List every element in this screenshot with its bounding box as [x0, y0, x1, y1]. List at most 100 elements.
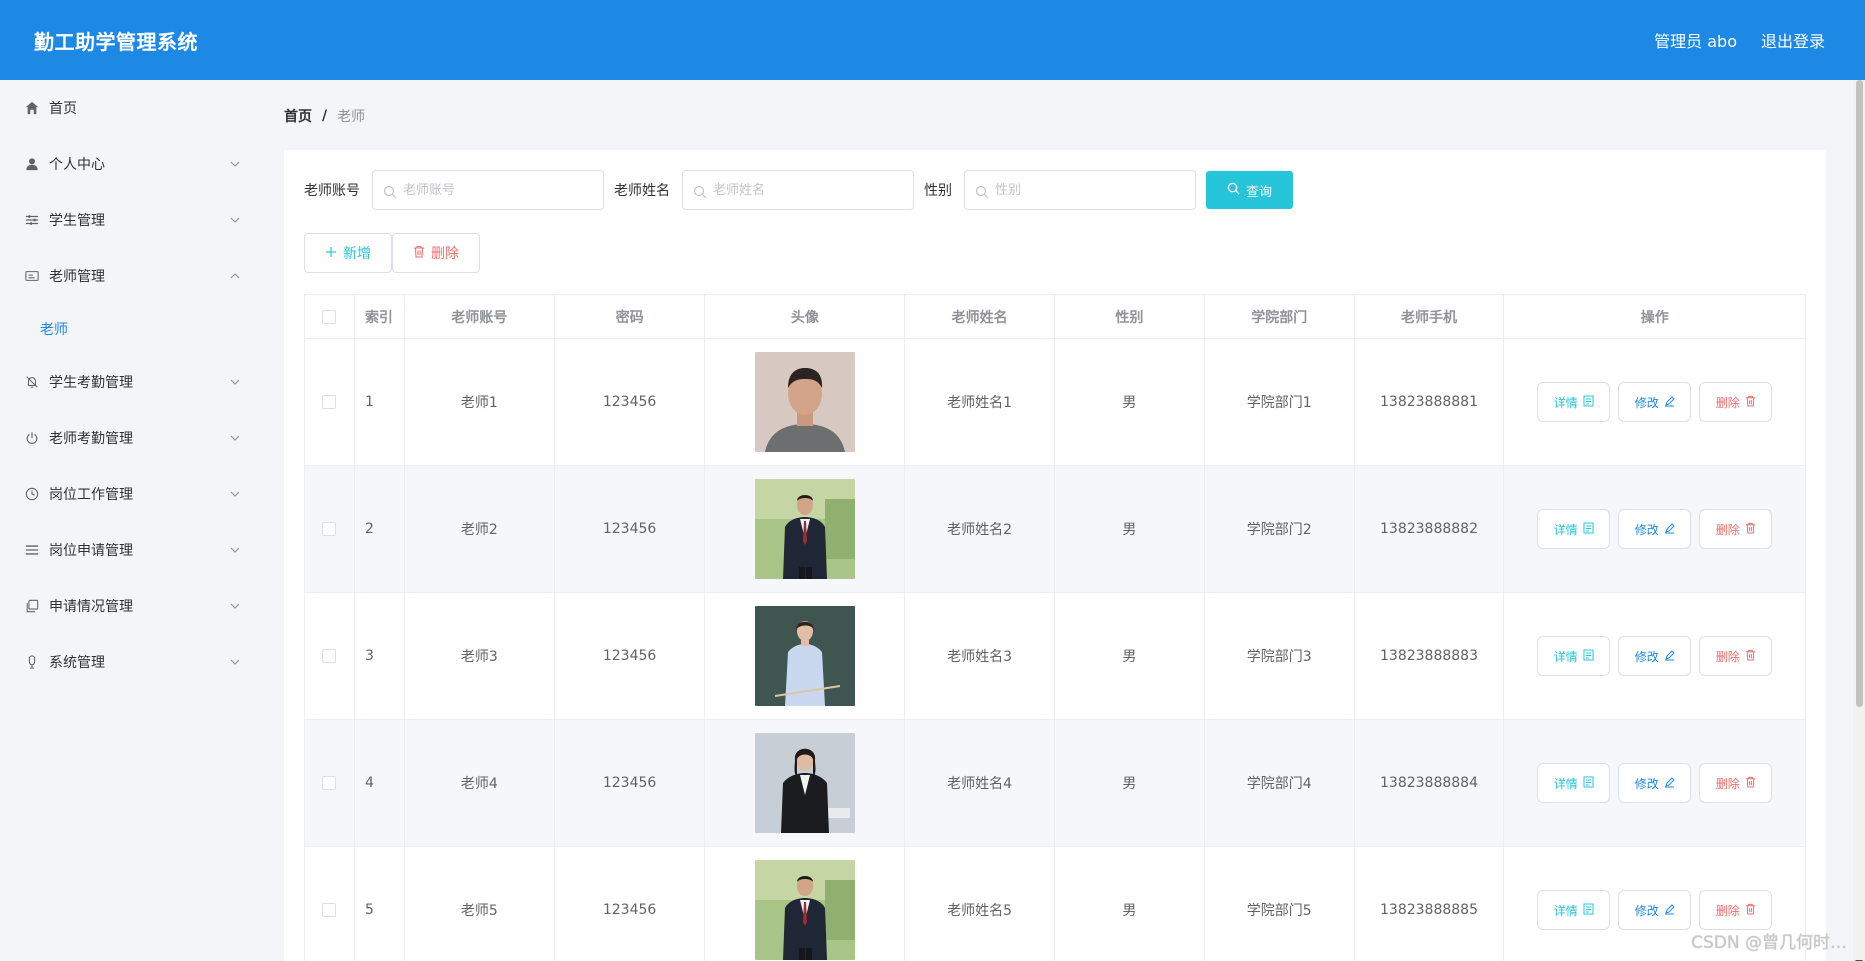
delete-button[interactable]: 删除	[1699, 636, 1773, 676]
sidebar-item-application-status[interactable]: 申请情况管理	[0, 586, 262, 626]
table-row[interactable]: 2 老师2 123456 老师姓名2 男学院部门2 13823888882 详情 修改 删除	[305, 466, 1805, 593]
account-search-field[interactable]	[372, 170, 604, 210]
edit-button-label: 修改	[1634, 649, 1659, 664]
sidebar-item-student-management[interactable]: 学生管理	[0, 200, 262, 240]
cell-index: 1	[355, 339, 405, 465]
search-icon	[975, 184, 989, 199]
bell-off-icon	[24, 374, 40, 390]
sidebar-item-student-attendance[interactable]: 学生考勤管理	[0, 362, 262, 402]
name-search-field[interactable]	[682, 170, 914, 210]
cell-account: 老师1	[405, 339, 555, 465]
detail-button[interactable]: 详情	[1537, 763, 1611, 803]
cell-gender: 男	[1055, 847, 1205, 961]
cell-account: 老师5	[405, 847, 555, 961]
table-row[interactable]: 4 老师4 123456 老师姓名4 男学院部门4 13823888884 详情 修改 删除	[305, 720, 1805, 847]
cell-name: 老师姓名2	[905, 466, 1056, 592]
table-row[interactable]: 1 老师1 123456 老师姓名1 男学院部门1 13823888881 详情 修改 删除	[305, 339, 1805, 466]
delete-button[interactable]: 删除	[1699, 890, 1773, 930]
breadcrumb-separator: /	[322, 108, 328, 124]
edit-button-label: 修改	[1634, 395, 1659, 410]
power-icon	[24, 430, 40, 446]
top-header: 勤工助学管理系统 管理员 abo 退出登录	[0, 0, 1865, 80]
chevron-up-icon	[229, 270, 241, 282]
sidebar-item-label: 老师管理	[49, 269, 105, 285]
trash-icon	[413, 245, 425, 261]
clock-icon	[24, 486, 40, 502]
add-button[interactable]: 新增	[304, 233, 392, 273]
cell-password: 123456	[555, 339, 706, 465]
document-icon	[1583, 522, 1594, 537]
cell-avatar	[705, 466, 906, 592]
chevron-down-icon	[229, 656, 241, 668]
account-search-input[interactable]	[373, 171, 603, 209]
row-checkbox[interactable]	[322, 522, 337, 536]
user-role-label[interactable]: 管理员 abo	[1654, 28, 1737, 52]
cell-name: 老师姓名3	[905, 593, 1056, 719]
row-checkbox[interactable]	[322, 903, 337, 917]
row-checkbox-cell	[305, 720, 355, 846]
sidebar-subitem-label: 老师	[40, 322, 68, 338]
gender-search-label: 性别	[924, 183, 952, 199]
batch-delete-button[interactable]: 删除	[392, 233, 480, 273]
gender-search-input[interactable]	[965, 171, 1195, 209]
cell-avatar	[705, 339, 906, 465]
pencil-icon	[1664, 776, 1675, 791]
delete-button[interactable]: 删除	[1699, 763, 1773, 803]
gender-search-field[interactable]	[964, 170, 1196, 210]
app-title: 勤工助学管理系统	[34, 30, 198, 54]
header-checkbox-cell	[305, 295, 355, 338]
logout-link[interactable]: 退出登录	[1761, 28, 1825, 52]
edit-button[interactable]: 修改	[1618, 509, 1692, 549]
sidebar-item-teacher-attendance[interactable]: 老师考勤管理	[0, 418, 262, 458]
edit-button[interactable]: 修改	[1618, 763, 1692, 803]
query-button-label: 查询	[1245, 183, 1272, 199]
main-content: 首页 / 老师 老师账号 老师姓名 性别 查询	[262, 80, 1865, 961]
row-checkbox[interactable]	[322, 395, 337, 409]
page-scrollbar[interactable]	[1853, 80, 1865, 961]
pencil-icon	[1664, 649, 1675, 664]
cell-operations: 详情 修改 删除	[1504, 466, 1805, 592]
select-all-checkbox[interactable]	[322, 309, 337, 324]
cell-gender: 男	[1055, 720, 1205, 846]
delete-button[interactable]: 删除	[1699, 509, 1773, 549]
row-checkbox-cell	[305, 339, 355, 465]
row-checkbox[interactable]	[322, 649, 337, 663]
sidebar-subitem-teacher[interactable]: 老师	[0, 309, 262, 349]
chevron-down-icon	[229, 600, 241, 612]
table-row[interactable]: 5 老师5 123456 老师姓名5 男学院部门5 13823888885 详情 修改 删除	[305, 847, 1805, 961]
sidebar-item-label: 系统管理	[49, 655, 105, 671]
detail-button[interactable]: 详情	[1537, 382, 1611, 422]
edit-button[interactable]: 修改	[1618, 890, 1692, 930]
scroll-down-arrow-icon[interactable]	[1855, 951, 1863, 961]
row-checkbox[interactable]	[322, 776, 337, 790]
cell-account: 老师4	[405, 720, 555, 846]
row-checkbox-cell	[305, 466, 355, 592]
cell-password: 123456	[555, 847, 706, 961]
detail-button[interactable]: 详情	[1537, 509, 1611, 549]
cell-avatar	[705, 593, 906, 719]
cell-gender: 男	[1055, 339, 1205, 465]
table-row[interactable]: 3 老师3 123456 老师姓名3 男学院部门3 13823888883 详情 修改 删除	[305, 593, 1805, 720]
sidebar-item-job-work[interactable]: 岗位工作管理	[0, 474, 262, 514]
query-button[interactable]: 查询	[1206, 171, 1293, 209]
scrollbar-thumb[interactable]	[1856, 80, 1863, 707]
sidebar-item-job-application[interactable]: 岗位申请管理	[0, 530, 262, 570]
sidebar-item-home[interactable]: 首页	[0, 88, 262, 128]
edit-button[interactable]: 修改	[1618, 382, 1692, 422]
sidebar-item-label: 首页	[49, 101, 77, 117]
name-search-input[interactable]	[683, 171, 913, 209]
edit-button-label: 修改	[1634, 903, 1659, 918]
sidebar-item-teacher-management[interactable]: 老师管理	[0, 256, 262, 296]
detail-button[interactable]: 详情	[1537, 890, 1611, 930]
delete-button[interactable]: 删除	[1699, 382, 1773, 422]
edit-button[interactable]: 修改	[1618, 636, 1692, 676]
detail-button[interactable]: 详情	[1537, 636, 1611, 676]
cell-dept: 学院部门2	[1205, 466, 1355, 592]
chevron-down-icon	[229, 158, 241, 170]
cell-dept: 学院部门5	[1205, 847, 1355, 961]
delete-button-label: 删除	[1715, 395, 1740, 410]
breadcrumb-home[interactable]: 首页	[284, 106, 312, 126]
sidebar-item-personal-center[interactable]: 个人中心	[0, 144, 262, 184]
sidebar-item-system-management[interactable]: 系统管理	[0, 642, 262, 682]
cell-name: 老师姓名5	[905, 847, 1056, 961]
